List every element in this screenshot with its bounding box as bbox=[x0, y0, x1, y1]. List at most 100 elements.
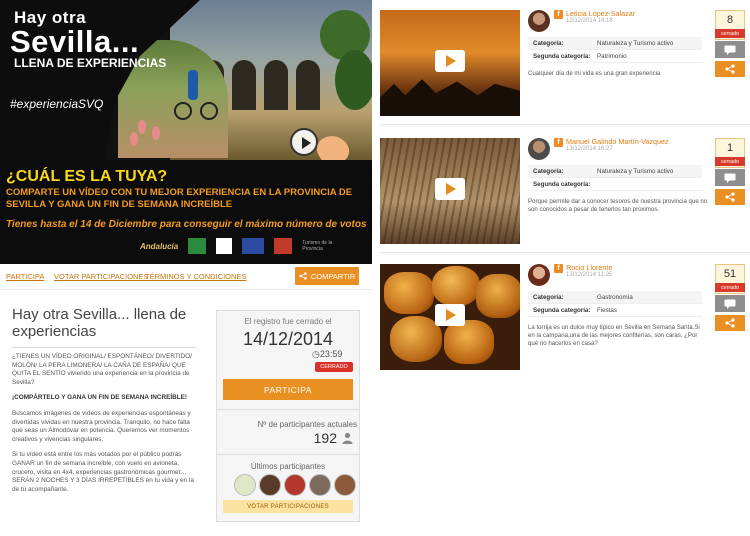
user-name[interactable]: Leticia López-Salazar bbox=[566, 9, 635, 18]
category-table: Categoría: Gastronomía Segunda categoría:… bbox=[528, 291, 702, 317]
participants-label: Nº de participantes actuales bbox=[257, 420, 357, 429]
registration-panel: El registro fue cerrado el 14/12/2014 ◷2… bbox=[216, 310, 360, 522]
comment-button[interactable] bbox=[715, 41, 745, 58]
nav-terminos[interactable]: TÉRMINOS Y CONDICIONES bbox=[145, 272, 246, 281]
comment-icon bbox=[724, 299, 736, 309]
description-p2: ¡COMPÁRTELO Y GANA UN FIN DE SEMANA INCR… bbox=[12, 394, 188, 402]
page-title: Hay otra Sevilla... llena de experiencia… bbox=[12, 306, 187, 340]
category-row: Categoría: Naturaleza y Turismo activo bbox=[528, 37, 702, 50]
banner-hashtag: #experienciaSVQ bbox=[10, 97, 104, 111]
registration-date: 14/12/2014 bbox=[242, 329, 334, 349]
andalucia-logo: Andalucía bbox=[140, 241, 179, 251]
banner-subtitle: COMPARTE UN VÍDEO CON TU MEJOR EXPERIENC… bbox=[6, 187, 353, 210]
avatar[interactable] bbox=[259, 474, 281, 496]
nav-votar[interactable]: VOTAR PARTICIPACIONES bbox=[54, 272, 148, 281]
nav-participa[interactable]: PARTICIPA bbox=[6, 272, 44, 281]
facebook-icon: f bbox=[554, 264, 563, 273]
video-thumbnail[interactable] bbox=[380, 138, 520, 244]
panel-divider bbox=[217, 454, 359, 455]
campaign-banner: Hay otra Sevilla... LLENA DE EXPERIENCIA… bbox=[0, 0, 372, 264]
category-table: Categoría: Naturaleza y Turismo activo Se… bbox=[528, 37, 702, 63]
avatar[interactable] bbox=[284, 474, 306, 496]
banner-title-line2: Sevilla... bbox=[10, 24, 140, 59]
entry-description: Porque permite dar a conocer tesoros de … bbox=[528, 198, 708, 213]
votar-button[interactable]: VOTAR PARTICIPACIONES bbox=[223, 500, 353, 513]
comment-button[interactable] bbox=[715, 295, 745, 312]
user-avatar[interactable] bbox=[528, 138, 550, 160]
second-category-row: Segunda categoría: bbox=[528, 178, 702, 191]
sponsor-logo-green bbox=[188, 238, 207, 254]
user-avatar[interactable] bbox=[528, 264, 550, 286]
participants-count: 192 bbox=[313, 430, 337, 446]
user-name[interactable]: Manuel Galindo Martín-Vazquez bbox=[566, 137, 669, 146]
share-icon bbox=[725, 64, 735, 74]
divider bbox=[12, 347, 196, 348]
video-thumbnail[interactable] bbox=[380, 10, 520, 116]
second-category-row: Segunda categoría: Patrimonio bbox=[528, 50, 702, 63]
person-icon bbox=[342, 432, 353, 444]
clock-icon: ◷ bbox=[312, 349, 320, 359]
participa-button[interactable]: PARTICIPA bbox=[223, 379, 353, 400]
user-avatar[interactable] bbox=[528, 10, 550, 32]
category-table: Categoría: Naturaleza y Turismo activo Se… bbox=[528, 165, 702, 191]
last-participants-label: Últimos participantes bbox=[250, 462, 326, 471]
entry-divider bbox=[380, 252, 750, 253]
avatar[interactable] bbox=[334, 474, 356, 496]
sponsor-logos: Andalucía Turismo de la Provincia bbox=[140, 238, 342, 254]
share-button[interactable] bbox=[715, 189, 745, 205]
turismo-logo bbox=[274, 238, 293, 254]
banner-question: ¿CUÁL ES LA TUYA? bbox=[6, 168, 168, 185]
banner-title-line3: LLENA DE EXPERIENCIAS bbox=[14, 56, 167, 70]
entry-description: Cualquier día de mi vida es una gran exp… bbox=[528, 70, 661, 77]
campaign-column: Hay otra Sevilla... LLENA DE EXPERIENCIA… bbox=[0, 0, 372, 536]
description-p1: ¿TIENES UN VÍDEO ORIGINAL/ ESPONTÁNEO/ D… bbox=[12, 353, 192, 386]
entry-card: f Leticia López-Salazar 12/12/2014 14:18… bbox=[380, 0, 750, 125]
avatar[interactable] bbox=[309, 474, 331, 496]
closed-badge: cerrado bbox=[715, 283, 745, 292]
comment-button[interactable] bbox=[715, 169, 745, 186]
sponsor-logo-white bbox=[216, 238, 233, 254]
comment-icon bbox=[724, 173, 736, 183]
play-button[interactable] bbox=[435, 178, 465, 200]
turismo-logo-text: Turismo de la Provincia bbox=[302, 240, 333, 252]
registration-label: El registro fue cerrado el bbox=[244, 317, 332, 326]
share-button[interactable] bbox=[715, 61, 745, 77]
entry-date: 13/12/2014 16:27 bbox=[566, 146, 613, 152]
panel-divider bbox=[217, 409, 359, 410]
avatar[interactable] bbox=[234, 474, 256, 496]
entry-date: 13/12/2014 11:25 bbox=[566, 272, 613, 278]
share-icon bbox=[725, 318, 735, 328]
play-icon bbox=[290, 128, 318, 156]
entry-divider bbox=[380, 124, 750, 125]
category-row: Categoría: Naturaleza y Turismo activo bbox=[528, 165, 702, 178]
closed-badge: cerrado bbox=[715, 157, 745, 166]
video-thumbnail[interactable] bbox=[380, 264, 520, 370]
facebook-icon: f bbox=[554, 138, 563, 147]
column-separator bbox=[372, 0, 376, 536]
share-icon bbox=[725, 192, 735, 202]
facebook-icon: f bbox=[554, 10, 563, 19]
description-p3: Buscamos imágenes de vídeos de experienc… bbox=[12, 409, 191, 443]
closed-badge: CERRADO bbox=[315, 362, 353, 372]
entry-date: 12/12/2014 14:18 bbox=[566, 18, 613, 24]
user-name[interactable]: Rocio Llorente bbox=[566, 263, 612, 272]
entry-card: f Rocio Llorente 13/12/2014 11:25 Catego… bbox=[380, 254, 750, 376]
comment-icon bbox=[724, 45, 736, 55]
share-button[interactable]: COMPARTIR bbox=[295, 267, 359, 285]
description-p4: Si tu vídeo está entre los más votados p… bbox=[12, 451, 194, 493]
share-button[interactable] bbox=[715, 315, 745, 331]
banner-deadline: Tienes hasta el 14 de Diciembre para con… bbox=[6, 219, 367, 230]
play-button[interactable] bbox=[435, 304, 465, 326]
entry-card: f Manuel Galindo Martín-Vazquez 13/12/20… bbox=[380, 128, 750, 253]
share-icon bbox=[299, 272, 307, 280]
share-label: COMPARTIR bbox=[310, 271, 356, 281]
entry-description: La torrija es un dulce muy típico en Sev… bbox=[528, 324, 700, 347]
play-button[interactable] bbox=[435, 50, 465, 72]
campaign-description: ¿TIENES UN VÍDEO ORIGINAL/ ESPONTÁNEO/ D… bbox=[12, 353, 202, 501]
last-participants-avatars bbox=[234, 474, 356, 496]
category-row: Categoría: Gastronomía bbox=[528, 291, 702, 304]
eu-flag-icon bbox=[242, 238, 265, 254]
registration-time: ◷23:59 bbox=[312, 349, 343, 359]
closed-badge: cerrado bbox=[715, 29, 745, 38]
second-category-row: Segunda categoría: Fiestas bbox=[528, 304, 702, 317]
